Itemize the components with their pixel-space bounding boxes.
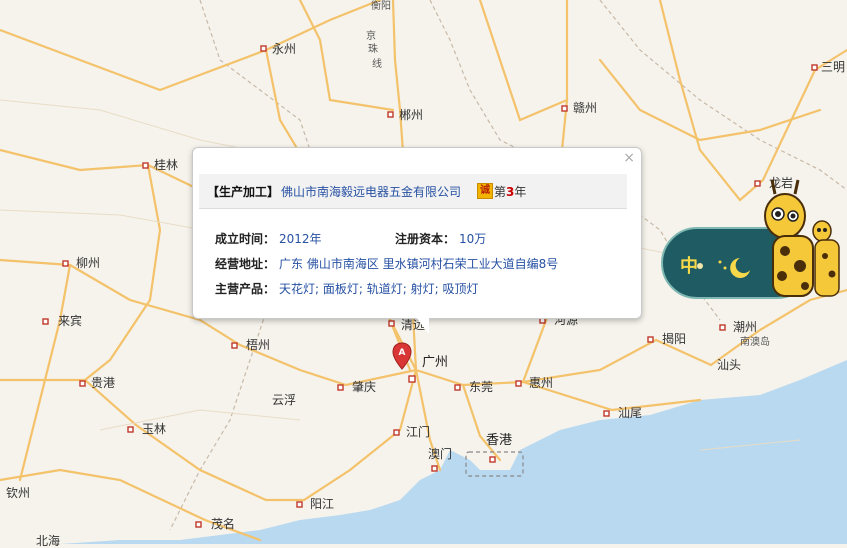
city-label: 澳门 bbox=[428, 447, 453, 461]
popup-pointer bbox=[415, 316, 429, 334]
company-info-popup: × 【生产加工】 佛山市南海毅远电器五金有限公司 诚 第3年 成立时间： 2012… bbox=[192, 147, 642, 334]
city-label: 贵港 bbox=[91, 376, 116, 390]
address-value: 广东 佛山市南海区 里水镇河村石荣工业大道自编8号 bbox=[279, 257, 559, 271]
popup-body: 成立时间： 2012年 注册资本： 10万 经营地址： 广东 佛山市南海区 里水镇河村… bbox=[215, 230, 631, 305]
city-label: 肇庆 bbox=[352, 380, 377, 394]
city-label: 线 bbox=[372, 59, 382, 70]
integrity-badge-icon: 诚 bbox=[477, 183, 494, 199]
marker-letter: A bbox=[399, 348, 406, 358]
city-label: 永州 bbox=[272, 42, 297, 56]
founded-value: 2012年 bbox=[279, 232, 322, 246]
city-label: 玉林 bbox=[142, 422, 167, 436]
city-label: 郴州 bbox=[399, 108, 424, 122]
city-label: 广州 bbox=[422, 355, 449, 370]
city-label: 柳州 bbox=[76, 256, 101, 270]
city-label: 江门 bbox=[406, 425, 431, 439]
city-label: 茂名 bbox=[211, 517, 236, 531]
mascot-widget[interactable] bbox=[660, 176, 847, 304]
close-icon[interactable]: × bbox=[623, 150, 635, 166]
city-label: 赣州 bbox=[573, 101, 598, 115]
city-label: 汕尾 bbox=[618, 406, 643, 420]
capital-field: 注册资本： 10万 bbox=[395, 230, 486, 248]
city-label: 三明 bbox=[821, 60, 846, 74]
category-label: 【生产加工】 bbox=[207, 184, 280, 199]
products-row: 主营产品： 天花灯; 面板灯; 轨道灯; 射灯; 吸顶灯 bbox=[215, 280, 631, 305]
city-label: 梧州 bbox=[246, 338, 271, 352]
address-row: 经营地址： 广东 佛山市南海区 里水镇河村石荣工业大道自编8号 bbox=[215, 255, 631, 280]
city-label: 云浮 bbox=[272, 393, 297, 407]
city-label: 钦州 bbox=[6, 486, 31, 500]
city-label: 珠 bbox=[368, 44, 378, 55]
city-label: 桂林 bbox=[154, 158, 179, 172]
city-label: 东莞 bbox=[469, 380, 494, 394]
city-label: 南澳岛 bbox=[740, 337, 770, 348]
city-label: 阳江 bbox=[310, 497, 335, 511]
products-value: 天花灯; 面板灯; 轨道灯; 射灯; 吸顶灯 bbox=[279, 282, 479, 296]
city-label: 衡阳 bbox=[371, 1, 391, 12]
mascot-label: 中 bbox=[680, 256, 698, 277]
location-marker[interactable]: A bbox=[392, 342, 412, 370]
city-label: 揭阳 bbox=[662, 332, 687, 346]
capital-value: 10万 bbox=[459, 232, 487, 246]
city-label: 惠州 bbox=[529, 376, 554, 390]
city-label: 京 bbox=[366, 31, 376, 42]
popup-header: 【生产加工】 佛山市南海毅远电器五金有限公司 诚 第3年 bbox=[199, 174, 627, 209]
address-label: 经营地址： bbox=[215, 257, 276, 271]
city-label: 北海 bbox=[36, 534, 61, 548]
membership-years: 第3年 bbox=[494, 184, 527, 199]
city-label: 潮州 bbox=[733, 320, 758, 334]
city-label: 来宾 bbox=[58, 314, 83, 328]
capital-label: 注册资本： bbox=[395, 232, 456, 246]
founded-label: 成立时间： bbox=[215, 232, 276, 246]
products-label: 主营产品： bbox=[215, 282, 276, 296]
city-label: 汕头 bbox=[717, 358, 742, 372]
founded-row: 成立时间： 2012年 注册资本： 10万 bbox=[215, 230, 631, 255]
company-name-link[interactable]: 佛山市南海毅远电器五金有限公司 bbox=[281, 183, 461, 200]
city-label: 香港 bbox=[486, 433, 513, 448]
